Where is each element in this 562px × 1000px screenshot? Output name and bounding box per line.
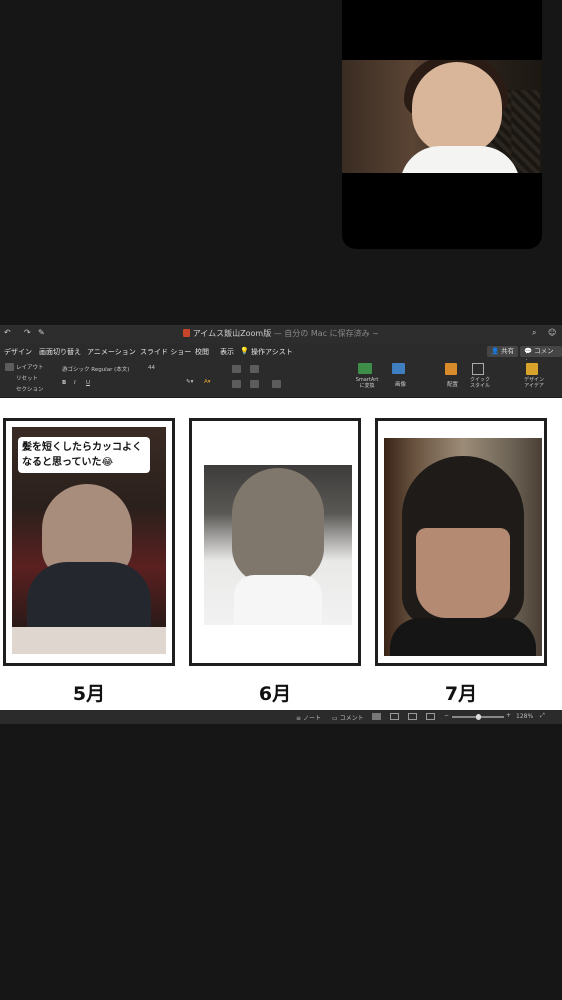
share-label: 共有 (501, 347, 515, 355)
zoom-level[interactable]: 128% (516, 713, 533, 720)
reading-view-icon[interactable] (408, 713, 417, 720)
profile-icon[interactable]: ☺ (548, 328, 556, 337)
ribbon-tabs: デザイン 画面切り替え アニメーション スライド ショー 校閲 表示 💡 操作ア… (0, 343, 562, 366)
ribbon-toolbar: レイアウト リセット セクション 游ゴシック Regular (本文) 44 B… (0, 360, 562, 398)
lightbulb-icon: 💡 (240, 347, 249, 355)
slide-canvas[interactable]: 髪を短くしたらカッコよくなると思っていた😂 5月 6月 7月 (0, 398, 562, 710)
caption-june: 6月 (258, 683, 292, 705)
picture-button[interactable]: 画像 (395, 380, 406, 388)
tab-animations[interactable]: アニメーション (87, 347, 136, 357)
tab-slideshow[interactable]: スライド ショー (140, 347, 191, 357)
zoom-in-button[interactable]: + (506, 712, 511, 719)
zoom-slider[interactable] (452, 714, 504, 720)
fit-slide-icon[interactable]: ⤢ (540, 712, 545, 720)
design-ideas-icon[interactable] (526, 363, 538, 375)
italic-button[interactable]: I (74, 380, 76, 386)
highlight-color-icon[interactable]: ✎▾ (186, 379, 193, 385)
document-name: アイムス飯山Zoom版 (192, 329, 272, 338)
comments-label: コメント (339, 715, 364, 722)
caption-may: 5月 (72, 683, 106, 705)
share-button[interactable]: 👤 共有 (487, 346, 519, 357)
slideshow-view-icon[interactable] (426, 713, 435, 720)
slide-sorter-icon[interactable] (390, 713, 399, 720)
tab-transitions[interactable]: 画面切り替え (39, 347, 81, 357)
notes-button[interactable]: ≡ ノート (296, 713, 321, 722)
search-icon[interactable]: ⌕ (532, 328, 536, 338)
caption-july: 7月 (444, 683, 478, 705)
quick-style-button[interactable]: クイック スタイル (466, 377, 494, 389)
status-bar: ≡ ノート ▭ コメント − + 128% ⤢ (0, 710, 562, 724)
photo-card-may: 髪を短くしたらカッコよくなると思っていた😂 (3, 418, 175, 666)
convert-smartart-button[interactable]: SmartArt に変換 (352, 377, 382, 389)
normal-view-icon[interactable] (372, 713, 381, 720)
align-center-icon[interactable] (250, 380, 259, 388)
document-title: アイムス飯山Zoom版 — 自分の Mac に保存済み ~ (0, 328, 562, 339)
powerpoint-file-icon (183, 329, 191, 337)
font-family-select[interactable]: 游ゴシック Regular (本文) (62, 365, 142, 373)
comment-callout: 髪を短くしたらカッコよくなると思っていた😂 (18, 437, 150, 473)
quick-style-icon[interactable] (472, 363, 484, 375)
zoom-slider-thumb[interactable] (475, 714, 481, 720)
tab-view[interactable]: 表示 (220, 347, 234, 357)
align-right-icon[interactable] (272, 380, 281, 388)
smartart-icon (358, 363, 372, 374)
hair-photo-july (384, 438, 542, 656)
tab-review[interactable]: 校閲 (195, 347, 209, 357)
hair-photo-june (204, 465, 352, 625)
bold-button[interactable]: B (62, 380, 66, 386)
notes-label: ノート (302, 715, 321, 722)
design-ideas-button[interactable]: デザイン アイデア (520, 377, 548, 389)
section-button[interactable]: セクション (16, 385, 44, 393)
save-status: — 自分の Mac に保存済み ~ (273, 329, 379, 338)
underline-button[interactable]: U (86, 380, 90, 386)
font-size-select[interactable]: 44 (148, 365, 155, 371)
reset-button[interactable]: リセット (16, 374, 38, 382)
participant-video-feed (342, 60, 542, 173)
arrange-button[interactable]: 配置 (447, 380, 458, 388)
align-left-icon[interactable] (232, 380, 241, 388)
photo-card-july (375, 418, 547, 666)
participant-figure (382, 60, 520, 173)
photo-card-june (189, 418, 361, 666)
comments-button[interactable]: ▭ コメント (332, 713, 364, 722)
tell-me-assist[interactable]: 操作アシスト (251, 347, 293, 357)
layout-button[interactable]: レイアウト (16, 363, 44, 371)
font-color-icon[interactable]: A▾ (204, 379, 211, 385)
background-screen (512, 90, 540, 173)
window-titlebar: ↶ ↷ ✎ アイムス飯山Zoom版 — 自分の Mac に保存済み ~ ⌕ ☺ (0, 325, 562, 343)
picture-icon[interactable] (392, 363, 405, 374)
tab-design[interactable]: デザイン (4, 347, 32, 357)
numbering-icon[interactable] (250, 365, 259, 373)
arrange-icon[interactable] (445, 363, 457, 375)
comment-button[interactable]: 💬 コメント (520, 346, 562, 366)
zoom-out-button[interactable]: − (444, 712, 449, 719)
video-participant-tile[interactable] (342, 0, 542, 249)
bullets-icon[interactable] (232, 365, 241, 373)
layout-icon (5, 363, 14, 371)
